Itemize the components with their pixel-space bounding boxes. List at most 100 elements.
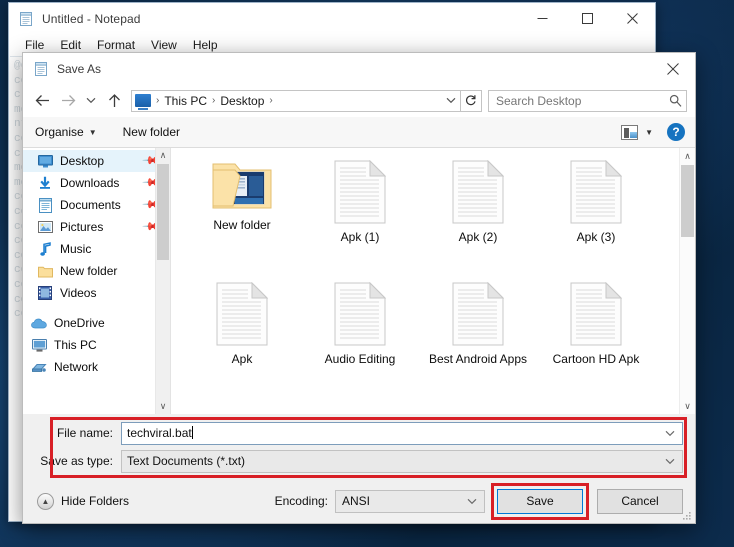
encoding-value: ANSI: [342, 494, 371, 508]
dialog-close-icon[interactable]: [650, 53, 695, 84]
file-name-label: Audio Editing: [324, 352, 396, 366]
organise-label: Organise: [35, 125, 84, 139]
file-name-row: File name: techviral.bat: [35, 421, 683, 445]
file-item[interactable]: Apk (2): [419, 154, 537, 276]
cancel-button[interactable]: Cancel: [597, 488, 683, 514]
text-file-icon: [570, 282, 622, 346]
refresh-icon[interactable]: [460, 89, 482, 112]
chevron-down-icon[interactable]: [665, 423, 675, 444]
navigation-bar: › This PC › Desktop › Search Desktop: [23, 84, 695, 117]
save-as-type-select[interactable]: Text Documents (*.txt): [121, 449, 683, 473]
sidebar-item-pictures[interactable]: Pictures 📌: [23, 216, 170, 238]
help-icon[interactable]: ?: [667, 123, 685, 141]
back-icon[interactable]: [29, 89, 55, 113]
sidebar-item-music[interactable]: Music: [23, 238, 170, 260]
file-name-label: Apk (2): [458, 230, 498, 244]
resize-grip-icon[interactable]: [682, 511, 692, 521]
file-item[interactable]: Apk: [183, 276, 301, 398]
new-folder-button[interactable]: New folder: [123, 125, 180, 139]
sidebar-item-new-folder[interactable]: New folder: [23, 260, 170, 282]
sidebar-item-label: Documents: [60, 198, 121, 212]
file-list-pane[interactable]: New folder Apk (1) Apk (2) Apk (3) Apk A…: [171, 148, 695, 414]
pictures-icon: [37, 219, 53, 235]
save-button[interactable]: Save: [497, 488, 583, 514]
recent-locations-icon[interactable]: [81, 89, 101, 113]
sidebar-item-label: Music: [60, 242, 92, 256]
navigation-gap: [23, 304, 170, 312]
sidebar-item-label: Network: [54, 360, 99, 374]
dialog-titlebar: Save As: [23, 53, 695, 84]
sidebar-item-desktop[interactable]: Desktop 📌: [23, 150, 170, 172]
search-box[interactable]: Search Desktop: [488, 89, 687, 112]
organise-button[interactable]: Organise ▼: [35, 125, 97, 139]
scroll-up-icon[interactable]: ∧: [156, 148, 170, 163]
onedrive-icon: [31, 315, 47, 331]
sidebar-item-onedrive[interactable]: OneDrive: [23, 312, 170, 334]
network-icon: [31, 359, 47, 375]
chevron-down-icon[interactable]: [467, 491, 477, 512]
save-as-dialog: Save As › This PC › Desktop › Search Des…: [22, 52, 696, 524]
file-item[interactable]: Apk (1): [301, 154, 419, 276]
file-item[interactable]: Audio Editing: [301, 276, 419, 398]
scroll-up-icon[interactable]: ∧: [680, 148, 695, 164]
scrollbar-thumb[interactable]: [157, 164, 169, 260]
sidebar-item-downloads[interactable]: Downloads 📌: [23, 172, 170, 194]
sidebar-item-network[interactable]: Network: [23, 356, 170, 378]
file-name-label-text: File name:: [56, 426, 113, 440]
sidebar-item-label: Desktop: [60, 154, 105, 168]
file-name-label: Apk (3): [576, 230, 616, 244]
text-file-icon: [452, 160, 504, 224]
navigation-pane-scrollbar[interactable]: ∧ ∨: [155, 148, 170, 414]
desktop-background: Untitled - Notepad File Edit Format View…: [0, 0, 734, 547]
file-item[interactable]: Best Android Apps: [419, 276, 537, 398]
change-view-icon[interactable]: [621, 124, 639, 140]
folder-icon: [37, 263, 53, 279]
hide-folders-button[interactable]: ▲ Hide Folders: [37, 492, 130, 510]
save-form-section: File name: techviral.bat Save as type: T…: [23, 414, 695, 479]
file-name-label: Apk: [231, 352, 253, 366]
chevron-down-icon[interactable]: [665, 451, 675, 472]
sidebar-item-videos[interactable]: Videos: [23, 282, 170, 304]
file-list-scrollbar[interactable]: ∧ ∨: [679, 148, 695, 414]
dialog-title: Save As: [57, 61, 102, 76]
text-file-icon: [216, 282, 268, 346]
scrollbar-thumb[interactable]: [681, 165, 694, 237]
file-item[interactable]: Apk (3): [537, 154, 655, 276]
dialog-footer: ▲ Hide Folders Encoding: ANSI Save Cance…: [23, 479, 695, 523]
dialog-body: Desktop 📌 Downloads 📌 Documents 📌 Pictur…: [23, 148, 695, 414]
new-folder-label: New folder: [122, 125, 180, 139]
thispc-icon: [31, 337, 47, 353]
breadcrumb-desktop[interactable]: Desktop: [218, 94, 266, 108]
file-name-label: Apk (1): [340, 230, 380, 244]
search-input[interactable]: Search Desktop: [496, 94, 669, 108]
file-name-label: Cartoon HD Apk: [552, 352, 640, 366]
address-bar[interactable]: › This PC › Desktop ›: [131, 89, 461, 112]
scroll-down-icon[interactable]: ∨: [680, 398, 695, 414]
scroll-down-icon[interactable]: ∨: [156, 399, 170, 414]
notepad-titlebar: Untitled - Notepad: [9, 3, 655, 34]
chevron-down-icon: ▼: [88, 127, 97, 137]
encoding-select[interactable]: ANSI: [335, 489, 485, 513]
hide-folders-label: Hide Folders: [61, 494, 130, 508]
breadcrumb-separator: ›: [212, 95, 216, 106]
close-icon[interactable]: [610, 3, 655, 34]
maximize-icon[interactable]: [565, 3, 610, 34]
file-grid: New folder Apk (1) Apk (2) Apk (3) Apk A…: [171, 148, 695, 398]
save-as-type-row: Save as type: Text Documents (*.txt): [35, 449, 683, 473]
encoding-label: Encoding:: [274, 494, 328, 508]
up-icon[interactable]: [101, 89, 127, 113]
file-name-input[interactable]: techviral.bat: [121, 421, 683, 445]
address-dropdown-icon[interactable]: [446, 91, 456, 111]
file-item[interactable]: New folder: [183, 154, 301, 276]
file-item[interactable]: Cartoon HD Apk: [537, 276, 655, 398]
sidebar-item-documents[interactable]: Documents 📌: [23, 194, 170, 216]
text-file-icon: [334, 282, 386, 346]
forward-icon[interactable]: [55, 89, 81, 113]
breadcrumb-this-pc[interactable]: This PC: [162, 94, 209, 108]
download-icon: [37, 175, 53, 191]
command-bar: Organise ▼ New folder ▼ ?: [23, 117, 695, 148]
minimize-icon[interactable]: [520, 3, 565, 34]
sidebar-item-this-pc[interactable]: This PC: [23, 334, 170, 356]
notepad-title: Untitled - Notepad: [42, 11, 141, 26]
view-chevron-down-icon[interactable]: ▼: [645, 128, 653, 137]
